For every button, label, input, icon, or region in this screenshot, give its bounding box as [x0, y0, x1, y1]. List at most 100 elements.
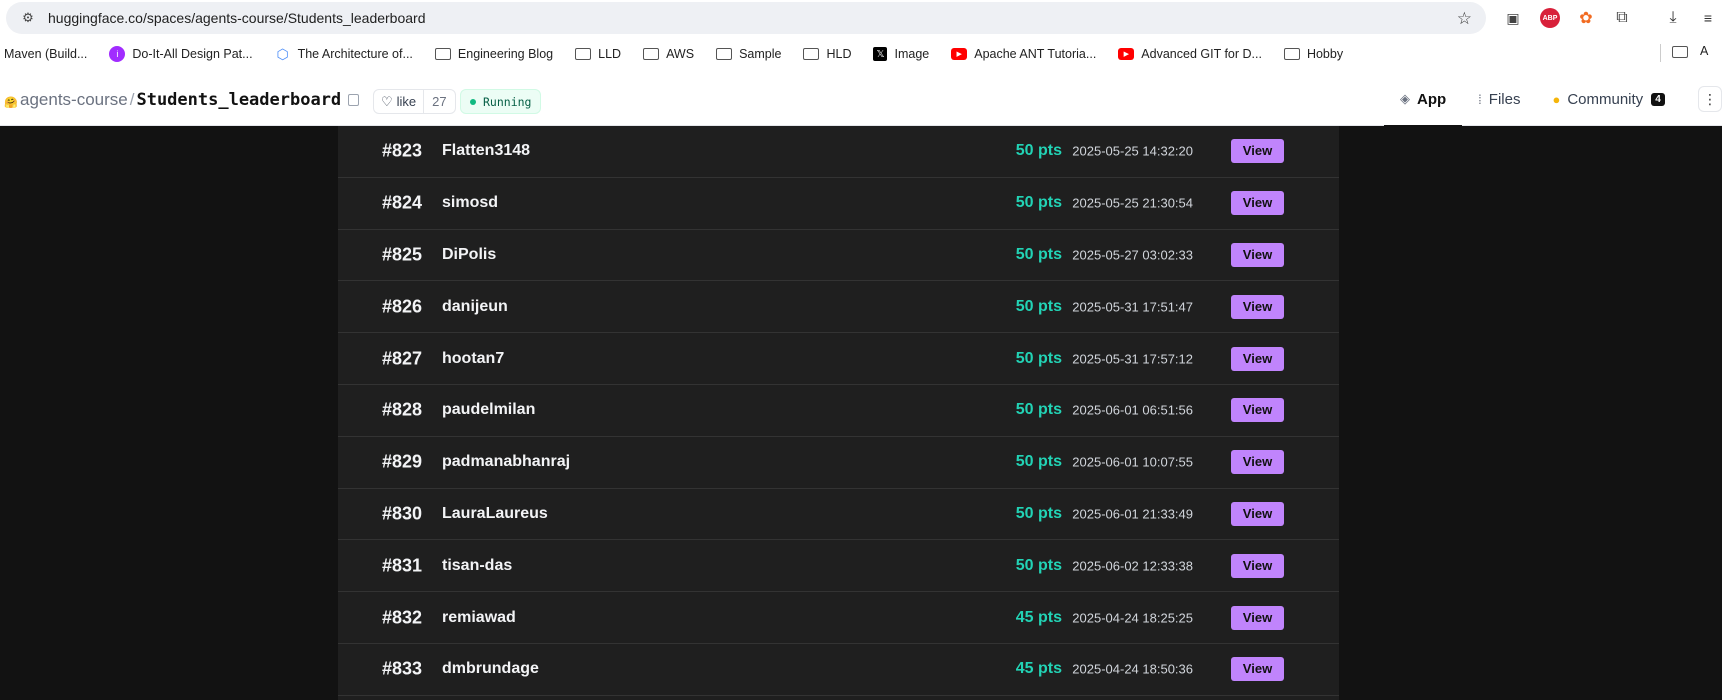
tab-files[interactable]: ⁞ Files: [1462, 72, 1536, 126]
flame-extension-icon[interactable]: ✿: [1576, 8, 1596, 28]
date-cell: 2025-05-27 03:02:33: [1072, 247, 1193, 263]
username-cell: simosd: [442, 194, 499, 212]
username-cell: danijeun: [442, 297, 508, 315]
username-cell: DiPolis: [442, 245, 497, 263]
bookmark-overflow-label[interactable]: A: [1700, 44, 1708, 58]
media-control-icon[interactable]: ≡: [1698, 8, 1718, 28]
table-row: #828 paudelmilan 50 pts 2025-06-01 06:51:56…: [338, 385, 1339, 437]
view-button[interactable]: View: [1231, 501, 1284, 526]
folder-icon[interactable]: [1672, 46, 1688, 58]
bookmark-label: Maven (Build...: [4, 47, 88, 61]
date-cell: 2025-06-01 06:51:56: [1072, 402, 1193, 418]
bookmark-item[interactable]: ▶ Apache ANT Tutoria...: [951, 47, 1096, 61]
username-cell: tisan-das: [442, 556, 513, 574]
cube-icon: ◈: [1400, 91, 1410, 106]
repo-breadcrumb: agents-course / Students_leaderboard: [20, 90, 341, 110]
bookmark-label: HLD: [826, 47, 852, 61]
bookmark-item[interactable]: Maven (Build...: [4, 47, 87, 61]
date-cell: 2025-04-24 18:25:25: [1072, 610, 1193, 626]
site-info-icon[interactable]: ⚙: [20, 10, 36, 26]
adblock-icon[interactable]: ABP: [1540, 8, 1560, 28]
tab-app[interactable]: ◈ App: [1384, 72, 1463, 127]
date-cell: 2025-05-25 21:30:54: [1072, 195, 1193, 211]
folder-icon: [716, 48, 733, 60]
view-button[interactable]: View: [1231, 657, 1284, 682]
bookmark-item[interactable]: Hobby: [1283, 47, 1344, 61]
username-cell: LauraLaureus: [442, 504, 548, 522]
username-cell: remiawad: [442, 608, 516, 626]
view-button[interactable]: View: [1231, 139, 1284, 164]
view-button[interactable]: View: [1231, 553, 1284, 578]
community-count-badge: 4: [1651, 92, 1665, 106]
bookmark-item[interactable]: LLD: [575, 47, 621, 61]
tab-files-label: Files: [1488, 90, 1521, 108]
repo-owner-link[interactable]: agents-course: [20, 90, 128, 110]
bookmark-label: Image: [894, 47, 930, 61]
date-cell: 2025-05-25 14:32:20: [1072, 143, 1193, 159]
view-button[interactable]: View: [1231, 191, 1284, 216]
username-cell: hootan7: [442, 349, 505, 367]
bookmark-label: Apache ANT Tutoria...: [974, 47, 1097, 61]
bookmark-star-icon[interactable]: ☆: [1457, 9, 1472, 29]
more-options-icon[interactable]: ⋮: [1698, 86, 1722, 112]
bookmark-item[interactable]: AWS: [643, 47, 694, 61]
community-icon: ●: [1552, 91, 1561, 107]
youtube-icon: ▶: [1118, 48, 1135, 60]
bookmark-label: Hobby: [1306, 47, 1344, 61]
like-button[interactable]: ♡ like 27: [373, 89, 456, 114]
bookmark-item[interactable]: Sample: [716, 47, 781, 61]
bookmark-item[interactable]: ▶ Advanced GIT for D...: [1118, 47, 1262, 61]
browser-toolbar: ⚙ huggingface.co/spaces/agents-course/St…: [0, 0, 1722, 36]
bookmark-label: AWS: [666, 47, 695, 61]
view-button[interactable]: View: [1231, 450, 1284, 475]
heart-icon: ♡: [381, 93, 393, 109]
table-row: #823 Flatten3148 50 pts 2025-05-25 14:32:20…: [338, 126, 1339, 178]
bookmark-label: Advanced GIT for D...: [1141, 47, 1262, 61]
tab-community-label: Community: [1567, 90, 1644, 108]
url-text[interactable]: huggingface.co/spaces/agents-course/Stud…: [48, 10, 425, 26]
bookmark-label: Do-It-All Design Pat...: [132, 47, 253, 61]
space-tabs: ◈ App ⁞ Files ● Community 4: [1384, 72, 1681, 127]
copy-icon[interactable]: [348, 94, 359, 106]
bookmark-item[interactable]: i Do-It-All Design Pat...: [109, 46, 253, 62]
repo-name-link[interactable]: Students_leaderboard: [136, 90, 341, 110]
view-button[interactable]: View: [1231, 398, 1284, 423]
like-count[interactable]: 27: [423, 90, 454, 113]
username-cell: paudelmilan: [442, 401, 536, 419]
hf-logo-icon[interactable]: 🤗: [4, 96, 18, 109]
view-button[interactable]: View: [1231, 294, 1284, 319]
files-icon: ⁞: [1478, 91, 1482, 107]
bookmark-item[interactable]: 𝕏 Image: [873, 47, 929, 61]
puzzle-icon[interactable]: ⧉: [1612, 8, 1632, 28]
bookmark-item[interactable]: ⬡ The Architecture of...: [275, 45, 412, 62]
table-row: #825 DiPolis 50 pts 2025-05-27 03:02:33 View: [338, 230, 1339, 282]
architecture-icon: ⬡: [276, 45, 289, 62]
view-button[interactable]: View: [1231, 242, 1284, 267]
username-cell: padmanabhanraj: [442, 453, 571, 471]
view-button[interactable]: View: [1231, 346, 1284, 371]
bookmark-item[interactable]: HLD: [803, 47, 851, 61]
table-row: #829 padmanabhanraj 50 pts 2025-06-01 10:07…: [338, 437, 1339, 489]
folder-icon: [1283, 48, 1300, 60]
status-badge[interactable]: Running: [460, 89, 542, 114]
bookmarks-bar: Maven (Build... i Do-It-All Design Pat... ⬡…: [0, 36, 1722, 72]
bookmarks-separator: [1660, 44, 1661, 62]
folder-icon: [643, 48, 660, 60]
view-button[interactable]: View: [1231, 605, 1284, 630]
date-cell: 2025-06-01 21:33:49: [1072, 506, 1193, 522]
download-icon[interactable]: ⤓: [1663, 8, 1683, 28]
reader-icon[interactable]: ▣: [1503, 8, 1523, 28]
design-patterns-icon: i: [109, 46, 126, 62]
status-dot-icon: [470, 98, 476, 105]
x-logo-icon: 𝕏: [873, 47, 888, 61]
bookmark-label: LLD: [598, 47, 622, 61]
date-cell: 2025-04-24 18:50:36: [1072, 661, 1193, 677]
date-cell: 2025-05-31 17:51:47: [1072, 299, 1193, 315]
tab-community[interactable]: ● Community 4: [1536, 72, 1680, 126]
address-bar[interactable]: ⚙ huggingface.co/spaces/agents-course/St…: [6, 2, 1486, 34]
folder-icon: [434, 48, 451, 60]
date-cell: 2025-06-01 10:07:55: [1072, 454, 1193, 470]
bookmark-item[interactable]: Engineering Blog: [434, 47, 553, 61]
date-cell: 2025-06-02 12:33:38: [1072, 558, 1193, 574]
username-cell: Flatten3148: [442, 142, 531, 160]
